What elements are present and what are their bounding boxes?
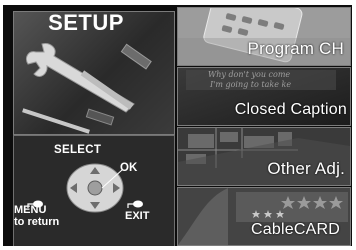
menu-label: MENU xyxy=(14,204,47,216)
caption-sample-line-1: Why don't you come xyxy=(208,70,291,79)
menu-item-program-ch[interactable]: Program CH xyxy=(177,7,351,66)
menu-item-label: CableCARD xyxy=(251,221,340,238)
exit-button-icon xyxy=(127,200,143,208)
navigation-help-area: SETUP SELECT OK MENU to return EXIT xyxy=(3,5,175,246)
dpad-icon xyxy=(66,163,124,213)
menu-item-closed-caption[interactable]: Why don't you come I'm going to take ke … xyxy=(177,67,351,126)
setup-title: SETUP xyxy=(48,10,124,35)
menu-item-label: Closed Caption xyxy=(234,101,347,118)
setup-menu-screen: SETUP SELECT OK MENU to return EXIT Prog… xyxy=(3,5,352,246)
ok-label: OK xyxy=(120,162,138,174)
menu-item-cablecard[interactable]: CableCARD xyxy=(177,187,351,246)
menu-sublabel: to return xyxy=(14,216,60,228)
menu-item-label: Program CH xyxy=(247,39,344,58)
setup-menu-list: Program CH Why don't you come I'm going … xyxy=(175,5,352,246)
caption-sample-line-2: I'm going to take ke xyxy=(210,80,292,89)
menu-return-label: MENU to return xyxy=(14,204,59,228)
select-label: SELECT xyxy=(54,144,102,156)
menu-item-other-adj[interactable]: Other Adj. xyxy=(177,127,351,186)
exit-label: EXIT xyxy=(125,210,150,222)
setup-header-panel: SETUP xyxy=(13,10,175,135)
menu-item-label: Other Adj. xyxy=(267,159,345,178)
remote-help-panel: SELECT OK MENU to return EXIT xyxy=(13,135,175,246)
